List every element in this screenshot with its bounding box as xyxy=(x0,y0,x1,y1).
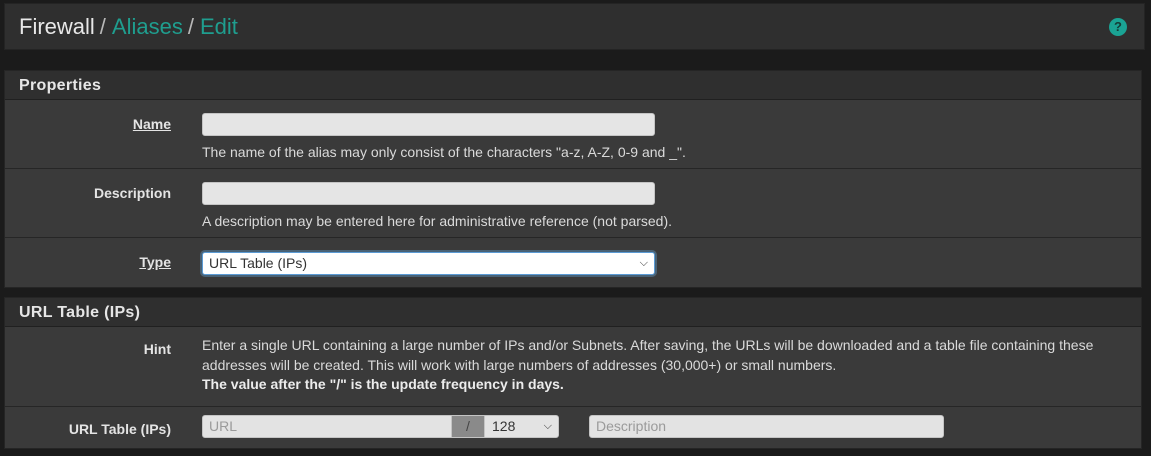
name-help-text: The name of the alias may only consist o… xyxy=(202,144,686,160)
url-table-panel-title: URL Table (IPs) xyxy=(5,298,1141,327)
breadcrumb: Firewall / Aliases / Edit xyxy=(19,14,238,40)
type-select-value: URL Table (IPs) xyxy=(209,255,308,271)
name-row: Name The name of the alias may only cons… xyxy=(5,100,1141,169)
chevron-down-icon: ⌵ xyxy=(639,257,648,269)
hint-row: Hint Enter a single URL containing a lar… xyxy=(5,327,1141,407)
hint-label: Hint xyxy=(143,341,171,357)
type-label: Type xyxy=(139,254,171,270)
slash-addon: / xyxy=(452,415,484,438)
description-input[interactable] xyxy=(202,182,655,205)
type-row: Type URL Table (IPs) ⌵ xyxy=(5,238,1141,287)
url-table-label: URL Table (IPs) xyxy=(68,421,171,437)
url-table-entry-row: URL Table (IPs) URL / 128 ⌵ Description xyxy=(5,407,1141,448)
breadcrumb-separator: / xyxy=(99,14,106,39)
update-frequency-select[interactable]: 128 ⌵ xyxy=(484,415,559,438)
update-frequency-value: 128 xyxy=(492,418,516,434)
chevron-down-icon: ⌵ xyxy=(543,420,552,432)
name-input[interactable] xyxy=(202,113,655,136)
name-label: Name xyxy=(132,116,171,132)
breadcrumb-separator: / xyxy=(187,14,194,39)
description-label: Description xyxy=(93,185,171,201)
url-input[interactable]: URL xyxy=(202,415,452,438)
hint-text: Enter a single URL containing a large nu… xyxy=(202,337,1094,373)
hint-bold-text: The value after the "/" is the update fr… xyxy=(202,376,564,392)
hint-text-block: Enter a single URL containing a large nu… xyxy=(202,336,1122,395)
properties-panel: Properties Name The name of the alias ma… xyxy=(4,70,1142,288)
url-description-input[interactable]: Description xyxy=(589,415,944,438)
breadcrumb-firewall: Firewall xyxy=(19,14,95,39)
description-row: Description A description may be entered… xyxy=(5,169,1141,238)
question-circle-icon[interactable]: ? xyxy=(1109,18,1127,36)
description-help-text: A description may be entered here for ad… xyxy=(202,213,673,229)
breadcrumb-aliases-link[interactable]: Aliases xyxy=(112,14,183,39)
url-table-panel: URL Table (IPs) Hint Enter a single URL … xyxy=(4,297,1142,449)
breadcrumb-edit-link[interactable]: Edit xyxy=(200,14,238,39)
page-header: Firewall / Aliases / Edit ? xyxy=(4,3,1145,50)
properties-panel-title: Properties xyxy=(5,71,1141,100)
type-select[interactable]: URL Table (IPs) ⌵ xyxy=(202,252,655,275)
